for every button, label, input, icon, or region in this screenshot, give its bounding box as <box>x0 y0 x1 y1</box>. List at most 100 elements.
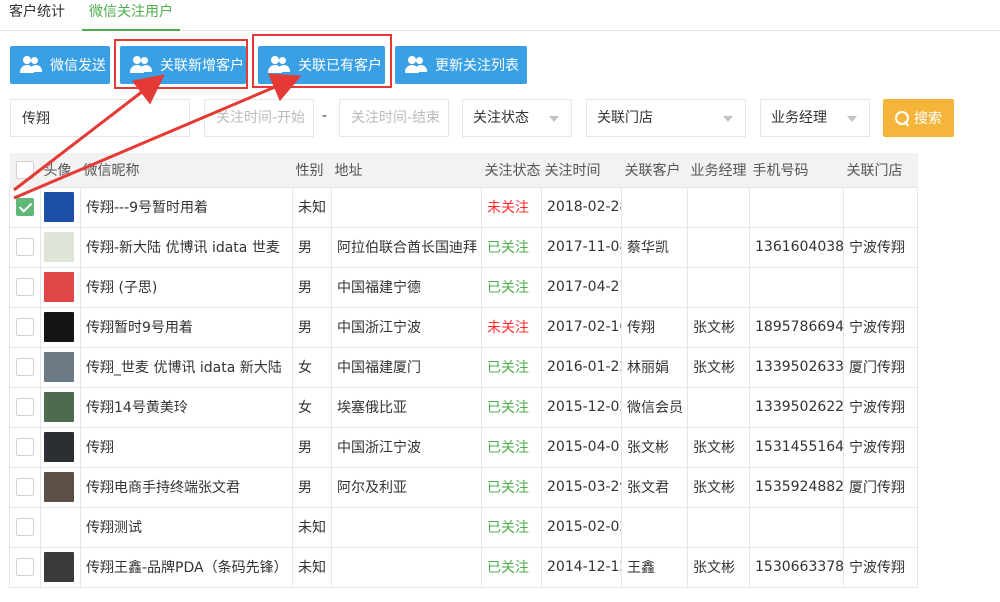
row-select-cell <box>9 186 41 228</box>
cell-nickname: 传翔14号黄美玲 <box>80 386 293 428</box>
cell-gender: 未知 <box>292 506 332 548</box>
start-time-input[interactable] <box>205 100 313 136</box>
keyword-input[interactable] <box>11 100 189 136</box>
cell-avatar <box>40 306 81 348</box>
avatar <box>44 312 74 342</box>
keyword-field[interactable] <box>10 99 190 137</box>
table-row[interactable]: 传翔男中国浙江宁波 已关注 2015-04-01 张文彬 张文彬 15314551640 宁… <box>9 426 918 468</box>
start-time-field[interactable] <box>204 99 314 137</box>
col-follow-time: 关注时间 <box>541 153 622 187</box>
avatar <box>44 432 74 462</box>
avatar <box>44 392 74 422</box>
table-row[interactable]: 传翔 (子思) 男中国福建宁德 已关注 2017-04-27 <box>9 266 918 308</box>
cell-gender: 男 <box>292 226 332 268</box>
col-avatar: 头像 <box>40 153 81 187</box>
row-select-cell <box>9 506 41 548</box>
cell-store <box>843 506 918 548</box>
row-checkbox[interactable] <box>16 278 34 296</box>
cell-gender: 未知 <box>292 546 332 588</box>
cell-phone: 18957866940 <box>749 306 844 348</box>
table-row[interactable]: 传翔王鑫-品牌PDA（条码先锋） 未知 已关注 2014-12-12 王鑫 张文彬 1530… <box>9 546 918 588</box>
manager-select[interactable]: 业务经理 <box>760 99 870 137</box>
cell-follow-time: 2017-02-10 <box>541 306 622 348</box>
follow-status-select[interactable]: 关注状态 <box>462 99 572 137</box>
cell-nickname: 传翔_世麦 优博讯 idata 新大陆 <box>80 346 293 388</box>
tab-customer-stats[interactable]: 客户统计 <box>9 0 65 31</box>
cell-store <box>843 186 918 228</box>
row-checkbox[interactable] <box>16 358 34 376</box>
row-checkbox[interactable] <box>16 398 34 416</box>
table-row[interactable]: 传翔电商手持终端张文君男阿尔及利亚 已关注 2015-03-29 张文君 张文彬 1535… <box>9 466 918 508</box>
cell-phone: 15314551640 <box>749 426 844 468</box>
row-checkbox[interactable] <box>16 438 34 456</box>
store-select[interactable]: 关联门店 <box>586 99 746 137</box>
search-button[interactable]: 搜索 <box>883 99 954 137</box>
cell-phone <box>749 266 844 308</box>
cell-store <box>843 266 918 308</box>
cell-address: 中国福建宁德 <box>331 266 482 308</box>
cell-gender: 女 <box>292 386 332 428</box>
cell-follow-time: 2015-12-02 <box>541 386 622 428</box>
avatar <box>44 272 74 302</box>
row-checkbox[interactable] <box>16 318 34 336</box>
cell-store: 宁波传翔 <box>843 306 918 348</box>
tab-wechat-followers[interactable]: 微信关注用户 <box>82 0 180 31</box>
cell-manager: 张文彬 <box>687 306 750 348</box>
row-select-cell <box>9 386 41 428</box>
row-checkbox[interactable] <box>16 238 34 256</box>
cell-linked-customer: 蔡华凯 <box>621 226 688 268</box>
select-all-checkbox[interactable] <box>15 160 34 179</box>
follow-status-select-label: 关注状态 <box>473 110 529 126</box>
wechat-send-button[interactable]: 微信发送 <box>10 46 110 84</box>
cell-gender: 未知 <box>292 186 332 228</box>
annotation-box-existing <box>252 34 392 88</box>
cell-store: 宁波传翔 <box>843 386 918 428</box>
table-row[interactable]: 传翔暂时9号用着男中国浙江宁波 未关注 2017-02-10 传翔 张文彬 1895786… <box>9 306 918 348</box>
cell-manager <box>687 386 750 428</box>
cell-avatar <box>40 426 81 468</box>
cell-avatar <box>40 506 81 548</box>
cell-gender: 男 <box>292 306 332 348</box>
cell-linked-customer <box>621 186 688 228</box>
table-row[interactable]: 传翔14号黄美玲女埃塞俄比亚 已关注 2015-12-02 微信会员 133950262… <box>9 386 918 428</box>
chevron-down-icon <box>723 116 733 122</box>
cell-linked-customer: 林丽娟 <box>621 346 688 388</box>
end-time-input[interactable] <box>340 100 448 136</box>
cell-gender: 男 <box>292 266 332 308</box>
cell-phone: 15306633783 <box>749 546 844 588</box>
end-time-field[interactable] <box>339 99 449 137</box>
cell-store: 宁波传翔 <box>843 546 918 588</box>
avatar <box>44 192 74 222</box>
table-header-row: 头像 微信昵称 性别 地址 关注状态 关注时间 关联客户 业务经理 手机号码 关… <box>9 153 918 187</box>
cell-follow-time: 2017-11-08 <box>541 226 622 268</box>
cell-nickname: 传翔测试 <box>80 506 293 548</box>
avatar <box>44 552 74 582</box>
cell-follow-time: 2014-12-12 <box>541 546 622 588</box>
range-dash: - <box>322 108 328 124</box>
row-checkbox[interactable] <box>16 558 34 576</box>
table-row[interactable]: 传翔测试 未知 已关注 2015-02-02 <box>9 506 918 548</box>
row-checkbox[interactable] <box>16 518 34 536</box>
table-row[interactable]: 传翔-新大陆 优博讯 idata 世麦男阿拉伯联合酋长国迪拜 已关注 2017-11… <box>9 226 918 268</box>
wechat-send-label: 微信发送 <box>50 58 106 74</box>
update-follow-list-button[interactable]: 更新关注列表 <box>395 46 527 84</box>
cell-address: 中国浙江宁波 <box>331 426 482 468</box>
cell-store: 厦门传翔 <box>843 466 918 508</box>
row-select-cell <box>9 466 41 508</box>
users-icon <box>405 56 429 74</box>
row-checkbox[interactable] <box>16 478 34 496</box>
table-row[interactable]: 传翔---9号暂时用着 未知 未关注 2018-02-28 <box>9 186 918 228</box>
store-select-label: 关联门店 <box>597 110 653 126</box>
cell-gender: 男 <box>292 466 332 508</box>
chevron-down-icon <box>549 116 559 122</box>
row-checkbox[interactable] <box>16 198 34 216</box>
row-select-cell <box>9 266 41 308</box>
cell-follow-time: 2018-02-28 <box>541 186 622 228</box>
row-select-cell <box>9 426 41 468</box>
cell-address: 中国浙江宁波 <box>331 306 482 348</box>
select-all-cell <box>9 153 41 187</box>
cell-avatar <box>40 186 81 228</box>
search-icon <box>895 110 910 126</box>
cell-nickname: 传翔电商手持终端张文君 <box>80 466 293 508</box>
table-row[interactable]: 传翔_世麦 优博讯 idata 新大陆女中国福建厦门 已关注 2016-01-22 林… <box>9 346 918 388</box>
